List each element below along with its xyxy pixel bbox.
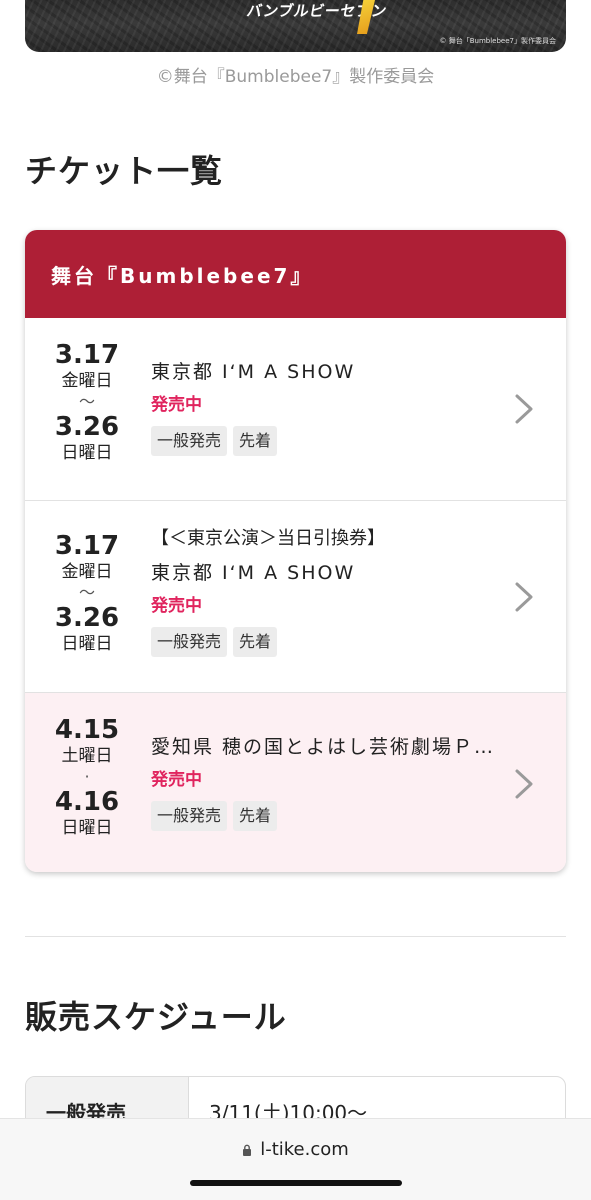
hero-banner: バンブルビーセブン © 舞台「Bumblebee7」製作委員会 xyxy=(25,0,566,52)
venue-text: 東京都 I‘M A SHOW xyxy=(151,562,356,584)
date-range: 3.17 金曜日 〜 3.26 日曜日 xyxy=(39,531,135,655)
start-date: 3.17 xyxy=(54,531,120,561)
end-date: 3.26 xyxy=(54,603,120,633)
venue-text: 東京都 I‘M A SHOW xyxy=(151,361,356,383)
hero-credit: © 舞台「Bumblebee7」製作委員会 xyxy=(439,37,557,45)
ticket-info: 東京都 I‘M A SHOW 発売中 一般発売 先着 xyxy=(151,360,501,456)
date-range: 4.15 土曜日 · 4.16 日曜日 xyxy=(39,715,135,839)
start-weekday: 土曜日 xyxy=(61,746,113,766)
url-text: l-tike.com xyxy=(260,1139,349,1160)
ticket-info: 【＜東京公演＞当日引換券】 東京都 I‘M A SHOW 発売中 一般発売 先着 xyxy=(151,527,501,657)
tag-list: 一般発売 先着 xyxy=(151,801,501,831)
date-range: 3.17 金曜日 〜 3.26 日曜日 xyxy=(39,340,135,464)
start-weekday: 金曜日 xyxy=(61,562,113,582)
end-weekday: 日曜日 xyxy=(61,818,113,838)
ticket-item[interactable]: 3.17 金曜日 〜 3.26 日曜日 東京都 I‘M A SHOW 発売中 一… xyxy=(25,318,566,500)
chevron-right-icon[interactable] xyxy=(512,393,536,425)
ticket-info: 愛知県 穂の国とよはし芸術劇場Ｐ… 発売中 一般発売 先着 xyxy=(151,735,501,831)
browser-url-bar[interactable]: l-tike.com xyxy=(0,1118,591,1200)
sales-status: 発売中 xyxy=(151,770,202,790)
tag-general-sale: 一般発売 xyxy=(151,801,228,831)
tag-general-sale: 一般発売 xyxy=(151,627,228,657)
chevron-right-icon[interactable] xyxy=(512,768,536,800)
ticket-item[interactable]: 3.17 金曜日 〜 3.26 日曜日 【＜東京公演＞当日引換券】 東京都 I‘… xyxy=(25,500,566,692)
chevron-right-icon[interactable] xyxy=(512,581,536,613)
date-separator: · xyxy=(84,767,90,786)
end-weekday: 日曜日 xyxy=(61,443,113,463)
end-weekday: 日曜日 xyxy=(61,634,113,654)
date-separator: 〜 xyxy=(78,392,95,411)
card-header: 舞台『Bumblebee7』 xyxy=(25,230,566,318)
tag-first-come: 先着 xyxy=(233,801,278,831)
url-display[interactable]: l-tike.com xyxy=(0,1139,591,1160)
tag-list: 一般発売 先着 xyxy=(151,426,501,456)
start-date: 3.17 xyxy=(54,340,120,370)
sales-status: 発売中 xyxy=(151,596,202,616)
ticket-card: 舞台『Bumblebee7』 3.17 金曜日 〜 3.26 日曜日 東京都 I… xyxy=(25,230,566,872)
end-date: 4.16 xyxy=(54,787,120,817)
ticket-item[interactable]: 4.15 土曜日 · 4.16 日曜日 愛知県 穂の国とよはし芸術劇場Ｐ… 発売… xyxy=(25,692,566,872)
tag-first-come: 先着 xyxy=(233,426,278,456)
ticket-list-title: チケット一覧 xyxy=(25,152,224,190)
tag-first-come: 先着 xyxy=(233,627,278,657)
tag-list: 一般発売 先着 xyxy=(151,627,501,657)
start-date: 4.15 xyxy=(54,715,120,745)
lock-icon xyxy=(243,1144,252,1156)
sales-status: 発売中 xyxy=(151,395,202,415)
home-indicator[interactable] xyxy=(190,1180,402,1186)
tag-general-sale: 一般発売 xyxy=(151,426,228,456)
copyright-text: ©舞台『Bumblebee7』製作委員会 xyxy=(156,67,435,87)
start-weekday: 金曜日 xyxy=(61,371,113,391)
end-date: 3.26 xyxy=(54,412,120,442)
sales-schedule-title: 販売スケジュール xyxy=(25,998,287,1036)
ticket-note: 【＜東京公演＞当日引換券】 xyxy=(151,528,385,549)
section-divider xyxy=(25,936,566,937)
date-separator: 〜 xyxy=(78,583,95,602)
venue-text: 愛知県 穂の国とよはし芸術劇場Ｐ… xyxy=(151,736,496,758)
